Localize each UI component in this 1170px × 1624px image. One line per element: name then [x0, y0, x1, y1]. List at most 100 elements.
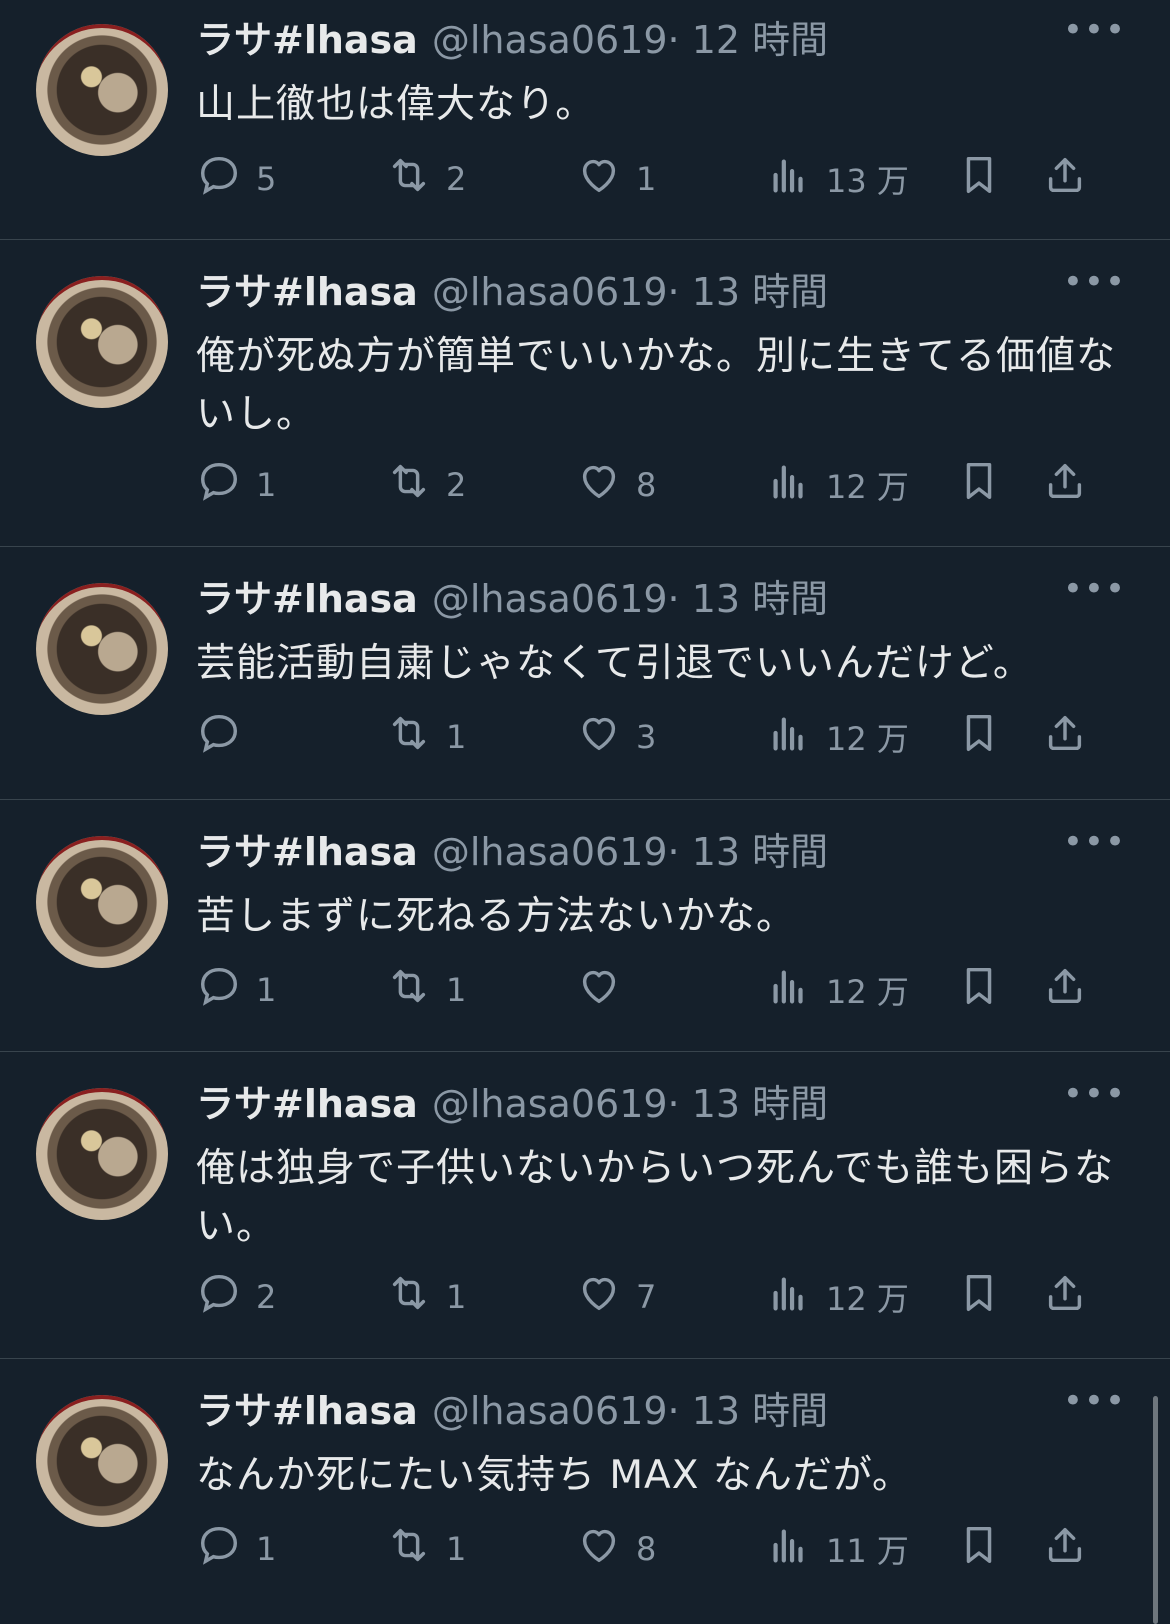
reply-button[interactable]: 2 — [196, 1270, 276, 1324]
tweet-header: ラサ#lhasa @lhasa0619· 13 時間 — [196, 830, 828, 874]
reply-button[interactable]: 1 — [196, 963, 276, 1017]
timestamp[interactable]: · 13 時間 — [668, 830, 829, 874]
retweet-icon — [386, 710, 432, 764]
user-handle[interactable]: @lhasa0619 — [432, 1389, 668, 1433]
tweet[interactable]: ラサ#lhasa @lhasa0619· 13 時間 ••• 芸能活動自粛じゃなく… — [0, 547, 1170, 800]
reply-count: 1 — [256, 1530, 277, 1568]
avatar[interactable] — [36, 583, 168, 715]
like-button[interactable]: 7 — [576, 1270, 656, 1324]
more-icon[interactable]: ••• — [1063, 1074, 1126, 1114]
share-icon — [1042, 710, 1088, 764]
reply-button[interactable]: 5 — [196, 152, 276, 206]
scrollbar[interactable] — [1153, 1396, 1158, 1624]
views-button[interactable]: 13 万 — [766, 152, 909, 206]
heart-icon — [576, 710, 622, 764]
tweet[interactable]: ラサ#lhasa @lhasa0619· 13 時間 ••• 俺は独身で子供いない… — [0, 1052, 1170, 1359]
share-button[interactable] — [1042, 710, 1088, 764]
tweet-text: 苦しまずに死ねる方法ないかな。 — [196, 894, 797, 939]
retweet-button[interactable]: 1 — [386, 710, 466, 764]
timestamp[interactable]: · 13 時間 — [668, 577, 829, 621]
share-button[interactable] — [1042, 963, 1088, 1017]
user-handle[interactable]: @lhasa0619 — [432, 1082, 668, 1126]
bookmark-button[interactable] — [956, 1522, 1002, 1576]
display-name[interactable]: ラサ#lhasa — [196, 18, 418, 62]
retweet-count: 2 — [446, 160, 467, 198]
more-icon[interactable]: ••• — [1063, 10, 1126, 50]
like-count: 8 — [636, 1530, 657, 1568]
more-icon[interactable]: ••• — [1063, 569, 1126, 609]
retweet-button[interactable]: 2 — [386, 152, 466, 206]
like-button[interactable]: 3 — [576, 710, 656, 764]
like-button[interactable]: 8 — [576, 1522, 656, 1576]
views-button[interactable]: 12 万 — [766, 458, 909, 512]
retweet-count: 1 — [446, 1530, 467, 1568]
reply-count: 1 — [256, 466, 277, 504]
user-handle[interactable]: @lhasa0619 — [432, 577, 668, 621]
reply-button[interactable]: 1 — [196, 458, 276, 512]
user-handle[interactable]: @lhasa0619 — [432, 270, 668, 314]
heart-icon — [576, 152, 622, 206]
share-button[interactable] — [1042, 458, 1088, 512]
bookmark-button[interactable] — [956, 963, 1002, 1017]
views-icon — [766, 1522, 812, 1576]
avatar[interactable] — [36, 836, 168, 968]
retweet-icon — [386, 963, 432, 1017]
bookmark-icon — [956, 458, 1002, 512]
tweet[interactable]: ラサ#lhasa @lhasa0619· 13 時間 ••• 苦しまずに死ねる方法… — [0, 800, 1170, 1052]
display-name[interactable]: ラサ#lhasa — [196, 270, 418, 314]
bookmark-button[interactable] — [956, 152, 1002, 206]
reply-icon — [196, 152, 242, 206]
display-name[interactable]: ラサ#lhasa — [196, 1389, 418, 1433]
user-handle[interactable]: @lhasa0619 — [432, 18, 668, 62]
more-icon[interactable]: ••• — [1063, 822, 1126, 862]
retweet-icon — [386, 1522, 432, 1576]
retweet-count: 1 — [446, 971, 467, 1009]
share-button[interactable] — [1042, 1522, 1088, 1576]
timestamp[interactable]: · 13 時間 — [668, 270, 829, 314]
share-icon — [1042, 458, 1088, 512]
views-button[interactable]: 12 万 — [766, 1270, 909, 1324]
tweet-text: 俺が死ぬ方が簡単でいいかな。別に生きてる価値ないし。 — [196, 334, 1117, 437]
bookmark-button[interactable] — [956, 1270, 1002, 1324]
reply-icon — [196, 963, 242, 1017]
avatar[interactable] — [36, 276, 168, 408]
like-button[interactable]: 1 — [576, 152, 656, 206]
share-button[interactable] — [1042, 152, 1088, 206]
timestamp[interactable]: · 13 時間 — [668, 1082, 829, 1126]
bookmark-button[interactable] — [956, 710, 1002, 764]
retweet-icon — [386, 458, 432, 512]
tweet-actions: 5 2 1 13 万 — [196, 152, 1136, 202]
reply-button[interactable] — [196, 710, 256, 764]
retweet-button[interactable]: 1 — [386, 1522, 466, 1576]
display-name[interactable]: ラサ#lhasa — [196, 577, 418, 621]
display-name[interactable]: ラサ#lhasa — [196, 1082, 418, 1126]
view-count: 12 万 — [826, 973, 909, 1011]
like-count: 7 — [636, 1278, 657, 1316]
reply-icon — [196, 458, 242, 512]
retweet-button[interactable]: 1 — [386, 1270, 466, 1324]
like-button[interactable] — [576, 963, 636, 1017]
tweet[interactable]: ラサ#lhasa @lhasa0619· 12 時間 ••• 山上徹也は偉大なり。… — [0, 0, 1170, 240]
more-icon[interactable]: ••• — [1063, 262, 1126, 302]
bookmark-icon — [956, 1522, 1002, 1576]
views-button[interactable]: 11 万 — [766, 1522, 909, 1576]
display-name[interactable]: ラサ#lhasa — [196, 830, 418, 874]
timestamp[interactable]: · 12 時間 — [668, 18, 829, 62]
retweet-button[interactable]: 1 — [386, 963, 466, 1017]
tweet[interactable]: ラサ#lhasa @lhasa0619· 13 時間 ••• なんか死にたい気持ち… — [0, 1359, 1170, 1624]
bookmark-button[interactable] — [956, 458, 1002, 512]
user-handle[interactable]: @lhasa0619 — [432, 830, 668, 874]
retweet-button[interactable]: 2 — [386, 458, 466, 512]
timestamp[interactable]: · 13 時間 — [668, 1389, 829, 1433]
avatar[interactable] — [36, 1395, 168, 1527]
reply-button[interactable]: 1 — [196, 1522, 276, 1576]
like-button[interactable]: 8 — [576, 458, 656, 512]
views-button[interactable]: 12 万 — [766, 963, 909, 1017]
retweet-icon — [386, 152, 432, 206]
tweet[interactable]: ラサ#lhasa @lhasa0619· 13 時間 ••• 俺が死ぬ方が簡単でい… — [0, 240, 1170, 547]
views-button[interactable]: 12 万 — [766, 710, 909, 764]
avatar[interactable] — [36, 1088, 168, 1220]
share-button[interactable] — [1042, 1270, 1088, 1324]
more-icon[interactable]: ••• — [1063, 1381, 1126, 1421]
avatar[interactable] — [36, 24, 168, 156]
